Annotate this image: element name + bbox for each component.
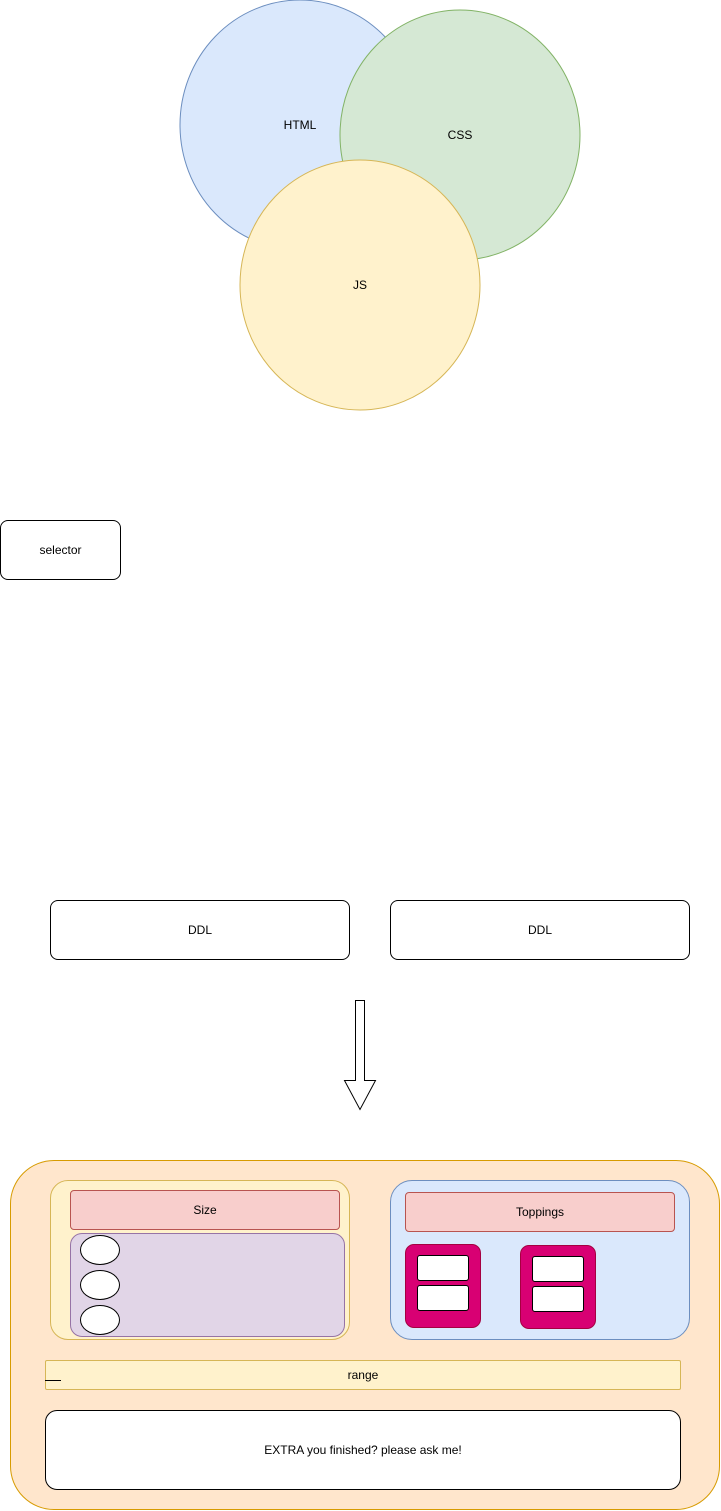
topping-card-2-field-2[interactable] [532,1286,584,1312]
size-radio-3[interactable] [80,1305,120,1335]
selector-box[interactable]: selector [0,520,121,580]
range-label: range [347,1368,379,1382]
toppings-label: Toppings [515,1205,565,1219]
toppings-header: Toppings [405,1192,675,1232]
ddl-right[interactable]: DDL [390,900,690,960]
ddl-left-label: DDL [187,923,212,937]
topping-card-2-field-1[interactable] [532,1256,584,1282]
ddl-right-label: DDL [527,923,552,937]
size-radio-2[interactable] [80,1270,120,1300]
size-header: Size [70,1190,340,1230]
topping-card-1-field-2[interactable] [417,1285,469,1311]
down-arrow-icon [343,1000,377,1111]
js-label: JS [353,278,367,292]
css-label: CSS [448,128,473,142]
topping-card-1-field-1[interactable] [417,1255,469,1281]
ddl-left[interactable]: DDL [50,900,350,960]
extra-label: EXTRA you finished? please ask me! [264,1443,462,1457]
range-slider[interactable]: range [45,1360,681,1390]
html-label: HTML [284,118,317,132]
size-radio-1[interactable] [80,1235,120,1265]
range-handle[interactable] [45,1380,61,1381]
extra-box: EXTRA you finished? please ask me! [45,1410,681,1490]
venn-diagram: HTML CSS JS [179,0,581,411]
selector-label: selector [39,543,82,557]
size-label: Size [193,1203,217,1217]
